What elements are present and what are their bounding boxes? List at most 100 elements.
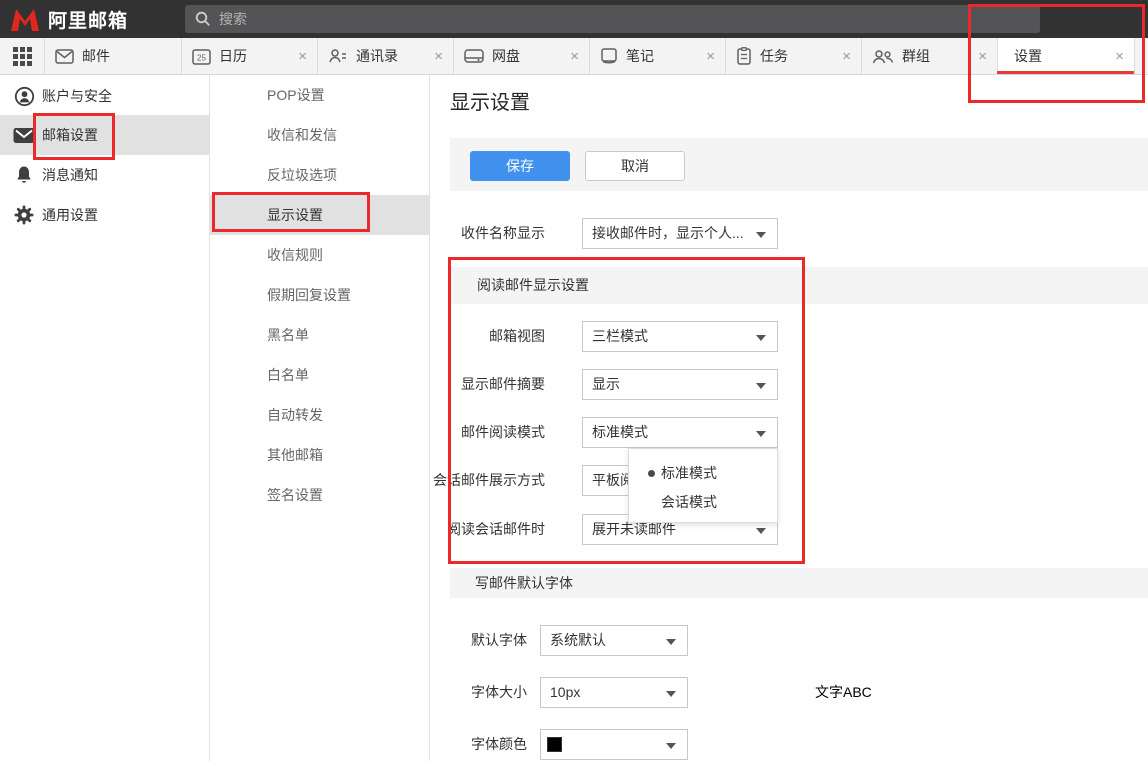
color-swatch — [547, 737, 562, 752]
selected-radio-icon — [648, 470, 655, 477]
option-label: 会话模式 — [661, 494, 717, 510]
search-input[interactable] — [219, 11, 1030, 27]
tab-contacts[interactable]: 通讯录 × — [318, 38, 454, 74]
reading-section-header: 阅读邮件显示设置 — [450, 267, 1148, 304]
conversation-display-label: 会话邮件展示方式 — [380, 465, 545, 496]
tab-notes[interactable]: 笔记 × — [590, 38, 726, 74]
svg-text:25: 25 — [197, 53, 206, 62]
alimail-logo: 阿里邮箱 — [10, 6, 128, 33]
sidebar-item-label: 账户与安全 — [42, 86, 112, 106]
page-title: 显示设置 — [450, 86, 530, 115]
reading-mode-dropdown: 标准模式 会话模式 — [628, 448, 778, 523]
reading-conversation-label: 阅读会话邮件时 — [380, 514, 545, 545]
chevron-down-icon — [756, 335, 766, 341]
select-value: 三栏模式 — [592, 328, 648, 344]
font-color-label: 字体颜色 — [380, 729, 527, 760]
calendar-icon: 25 — [192, 48, 211, 65]
tab-calendar[interactable]: 25 日历 × — [182, 38, 318, 74]
select-value: 展开未读邮件 — [592, 521, 676, 537]
app-launcher-button[interactable] — [0, 38, 45, 74]
app-window: 阿里邮箱 邮件 25 日历 × — [0, 0, 1148, 761]
chevron-down-icon — [756, 232, 766, 238]
chevron-down-icon — [666, 691, 676, 697]
option-label: 标准模式 — [661, 465, 717, 481]
compose-font-section-header: 写邮件默认字体 — [450, 568, 1148, 598]
logo-m-icon — [10, 8, 40, 32]
search-box[interactable] — [185, 5, 1040, 33]
sidebar-item-label: 邮箱设置 — [42, 125, 98, 145]
mail-summary-label: 显示邮件摘要 — [380, 369, 545, 400]
recipient-display-label: 收件名称显示 — [380, 218, 545, 249]
mailbox-view-select[interactable]: 三栏模式 — [582, 321, 778, 352]
close-icon[interactable]: × — [706, 49, 715, 64]
sidebar-item-mail-settings[interactable]: 邮箱设置 — [0, 115, 210, 155]
tab-tasks[interactable]: 任务 × — [726, 38, 862, 74]
tab-drive[interactable]: 网盘 × — [454, 38, 590, 74]
font-size-select[interactable]: 10px — [540, 677, 688, 708]
tab-label: 网盘 — [492, 46, 520, 66]
mail-summary-select[interactable]: 显示 — [582, 369, 778, 400]
select-value: 10px — [550, 684, 580, 700]
save-button[interactable]: 保存 — [470, 151, 570, 181]
grid-icon — [13, 47, 32, 66]
close-icon[interactable]: × — [434, 49, 443, 64]
font-preview-text: 文字ABC — [815, 677, 872, 708]
tab-groups[interactable]: 群组 × — [862, 38, 998, 74]
cancel-button[interactable]: 取消 — [585, 151, 685, 181]
subsidebar-item-antispam[interactable]: 反垃圾选项 — [210, 155, 430, 195]
font-size-label: 字体大小 — [380, 677, 527, 708]
select-value: 标准模式 — [592, 424, 648, 440]
subsidebar-item-pop[interactable]: POP设置 — [210, 75, 430, 115]
tab-label: 任务 — [760, 46, 788, 66]
chevron-down-icon — [756, 528, 766, 534]
top-bar: 阿里邮箱 — [0, 0, 1148, 38]
drive-icon — [464, 48, 484, 64]
sidebar-item-label: 通用设置 — [42, 205, 98, 225]
default-font-select[interactable]: 系统默认 — [540, 625, 688, 656]
gear-icon — [13, 205, 35, 225]
contacts-icon — [328, 48, 348, 64]
mailbox-view-label: 邮箱视图 — [380, 321, 545, 352]
tab-label: 笔记 — [626, 46, 654, 66]
envelope-icon — [55, 49, 74, 64]
sidebar-item-general-settings[interactable]: 通用设置 — [0, 195, 210, 235]
envelope-filled-icon — [13, 127, 35, 144]
settings-sidebar: 账户与安全 邮箱设置 消息通知 — [0, 75, 210, 761]
notebook-icon — [600, 48, 618, 64]
tab-label: 通讯录 — [356, 46, 398, 66]
select-value: 系统默认 — [550, 632, 606, 648]
tab-label: 日历 — [219, 46, 247, 66]
recipient-display-select[interactable]: 接收邮件时，显示个人... — [582, 218, 778, 249]
chevron-down-icon — [666, 639, 676, 645]
dropdown-option-standard-mode[interactable]: 标准模式 — [629, 459, 777, 488]
search-icon — [195, 11, 211, 27]
subsidebar-item-send-receive[interactable]: 收信和发信 — [210, 115, 430, 155]
sidebar-item-account-security[interactable]: 账户与安全 — [0, 76, 210, 116]
logo-text: 阿里邮箱 — [48, 6, 128, 33]
tab-mail[interactable]: 邮件 — [45, 38, 182, 74]
tab-settings[interactable]: 设置 × — [998, 38, 1135, 74]
sidebar-item-notifications[interactable]: 消息通知 — [0, 155, 210, 195]
default-font-label: 默认字体 — [380, 625, 527, 656]
tab-label: 设置 — [1014, 46, 1042, 66]
chevron-down-icon — [756, 431, 766, 437]
reading-mode-label: 邮件阅读模式 — [380, 417, 545, 448]
select-value: 接收邮件时，显示个人... — [592, 225, 744, 241]
dropdown-option-conversation-mode[interactable]: 会话模式 — [629, 488, 777, 517]
tab-label: 邮件 — [82, 46, 110, 66]
close-icon[interactable]: × — [298, 49, 307, 64]
clipboard-icon — [736, 47, 752, 65]
tab-label: 群组 — [902, 46, 930, 66]
account-icon — [13, 86, 35, 107]
close-icon[interactable]: × — [978, 49, 987, 64]
select-value: 显示 — [592, 376, 620, 392]
chevron-down-icon — [666, 743, 676, 749]
font-color-select[interactable] — [540, 729, 688, 760]
subsidebar-item-vacation-reply[interactable]: 假期回复设置 — [210, 275, 430, 315]
reading-mode-select[interactable]: 标准模式 — [582, 417, 778, 448]
close-icon[interactable]: × — [570, 49, 579, 64]
close-icon[interactable]: × — [1115, 49, 1124, 64]
sidebar-item-label: 消息通知 — [42, 165, 98, 185]
bell-icon — [13, 165, 35, 185]
close-icon[interactable]: × — [842, 49, 851, 64]
